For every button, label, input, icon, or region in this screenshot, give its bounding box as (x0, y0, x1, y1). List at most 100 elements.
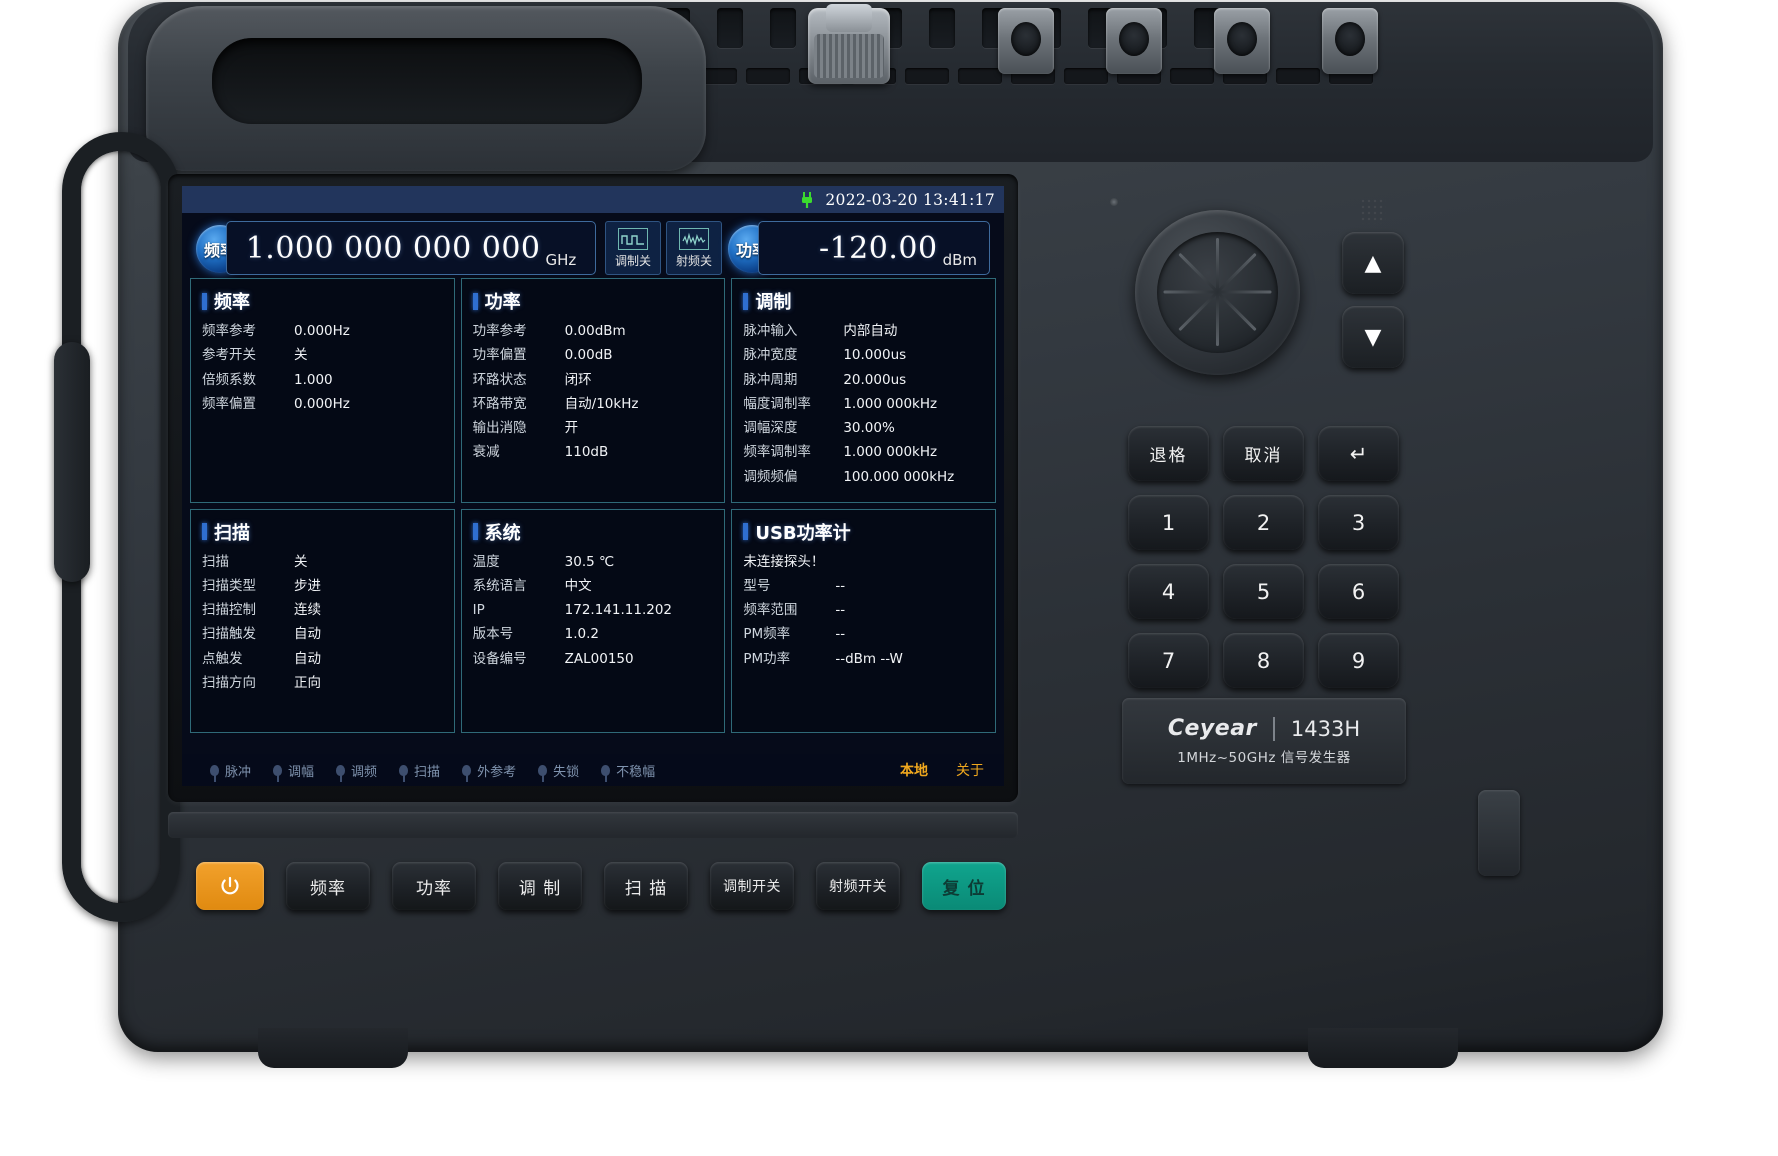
panel-system[interactable]: 系统 温度 30.5 ℃ 系统语言 中文 IP 172.141.11.202 版本号 1.0.… (460, 508, 726, 733)
modulation-toggle-button[interactable]: 调制关 (605, 221, 661, 275)
keypad-key-2[interactable]: 2 (1223, 495, 1304, 550)
param-row[interactable]: 温度 30.5 ℃ (473, 552, 714, 572)
keypad-key-7[interactable]: 7 (1128, 633, 1209, 688)
rf-connector-1[interactable] (998, 8, 1054, 74)
keypad-key-5[interactable]: 5 (1223, 564, 1304, 619)
param-row[interactable]: 频率偏置 0.000Hz (202, 394, 443, 414)
rf-connector-2[interactable] (1106, 8, 1162, 74)
param-row[interactable]: 频率调制率 1.000 000kHz (743, 442, 984, 462)
panel-sweep[interactable]: 扫描 扫描关扫描类型 步进 扫描控制 连续 扫描触发 自动 点触发 自动 扫描方向 正向 (190, 508, 455, 733)
title-bar-icon (202, 523, 207, 540)
arrow-down-button[interactable]: ▼ (1342, 306, 1404, 368)
param-row[interactable]: 设备编号 ZAL00150 (473, 649, 714, 669)
indicator-led-icon (336, 764, 346, 782)
top-locking-knob[interactable] (808, 4, 890, 84)
keypad-key-6[interactable]: 6 (1318, 564, 1399, 619)
keypad-key-1[interactable]: 1 (1128, 495, 1209, 550)
keypad-key-4[interactable]: 4 (1128, 564, 1209, 619)
power-value-box[interactable]: -120.00 dBm (758, 221, 990, 275)
param-row[interactable]: 脉冲宽度 10.000us (743, 345, 984, 365)
freq-key[interactable]: 频率 (286, 862, 370, 910)
param-row[interactable]: 扫描方向 正向 (202, 673, 443, 693)
rf-toggle-button[interactable]: 射频关 (666, 221, 722, 275)
param-row[interactable]: 点触发 自动 (202, 649, 443, 669)
knob-spoke (1216, 252, 1257, 294)
param-value: 0.00dBm (564, 323, 626, 339)
keypad-key-8[interactable]: 8 (1223, 633, 1304, 688)
keypad-key-9[interactable]: 9 (1318, 633, 1399, 688)
param-value: 自动/10kHz (564, 395, 639, 412)
rotary-knob-inner[interactable] (1157, 232, 1278, 353)
lcd-statusbar: 脉冲 调幅 调频 扫描 外参考 失锁 不稳幅 本地 关于 (182, 754, 1004, 786)
status-indicator: 失锁 (538, 761, 579, 782)
mod-key[interactable]: 调 制 (498, 862, 582, 910)
keypad-key-取消[interactable]: 取消 (1223, 426, 1304, 481)
status-indicator: 脉冲 (210, 761, 251, 782)
param-row[interactable]: 扫描触发 自动 (202, 624, 443, 644)
param-key: 版本号 (472, 626, 514, 643)
indicator-led-icon (601, 764, 611, 782)
param-row[interactable]: 脉冲周期 20.000us (743, 370, 984, 390)
keypad-key-enter[interactable]: ↵ (1318, 426, 1399, 481)
title-bar-icon (472, 523, 478, 540)
param-key: 点触发 (202, 650, 243, 667)
param-row[interactable]: IP 172.141.11.202 (473, 600, 714, 620)
param-row[interactable]: PM功率 --dBm --W (743, 649, 984, 669)
param-row[interactable]: 频率参考 0.000Hz (202, 321, 443, 341)
power-button[interactable] (196, 862, 264, 910)
panel-power[interactable]: 功率 功率参考 0.00dBm 功率偏置 0.00dB 环路状态 闭环 环路带宽 自动/10k… (460, 278, 726, 503)
panel-modulation[interactable]: 调制 脉冲输入 内部自动 脉冲宽度 10.000us 脉冲周期 20.000us 幅度调制率… (731, 278, 996, 503)
panel-usb-power-meter[interactable]: USB功率计 未连接探头！ 型号 -- 频率范围 -- PM频率 -- PM功率 --dBm … (731, 508, 996, 733)
param-row[interactable]: 功率参考 0.00dBm (473, 321, 714, 341)
param-row[interactable]: 环路带宽 自动/10kHz (473, 394, 714, 414)
param-row[interactable]: 功率偏置 0.00dB (473, 345, 714, 365)
frequency-value-box[interactable]: 1.000 000 000 000 GHz (226, 221, 596, 275)
param-row[interactable]: 参考开关 关 (202, 345, 443, 365)
param-row[interactable]: 倍频系数 1.000 (202, 370, 443, 390)
param-value: 172.141.11.202 (564, 602, 673, 618)
title-bar-icon (202, 292, 207, 310)
param-row[interactable]: 输出消隐 开 (473, 418, 714, 438)
param-row[interactable]: 扫描控制 连续 (202, 600, 443, 620)
vent-slot (1276, 68, 1320, 84)
rf-connector-3[interactable] (1214, 8, 1270, 74)
param-value: 关 (294, 347, 308, 364)
param-row[interactable]: 调频频偏 100.000 000kHz (743, 467, 984, 487)
param-row[interactable]: PM频率 -- (743, 624, 984, 644)
param-row[interactable]: 频率范围 -- (743, 600, 984, 620)
panel-sweep-rows: 扫描关扫描类型 步进 扫描控制 连续 扫描触发 自动 点触发 自动扫描方向 正向 (202, 552, 443, 694)
status-local[interactable]: 本地 (900, 760, 928, 780)
knob-spoke (1216, 290, 1257, 332)
param-row[interactable]: 扫描 关 (202, 552, 443, 572)
vent-slot (905, 68, 949, 84)
frequency-value: 1.000 000 000 000 (245, 230, 541, 266)
param-row[interactable]: 版本号 1.0.2 (473, 624, 714, 644)
param-value: 1.000 000kHz (843, 444, 938, 461)
rotary-knob[interactable] (1135, 210, 1300, 375)
param-row[interactable]: 扫描类型 步进 (202, 576, 443, 596)
param-row[interactable]: 衰减 110dB (473, 442, 714, 462)
rf-connector-4[interactable] (1322, 8, 1378, 74)
brand-model: 1433H (1290, 716, 1361, 741)
title-bar-icon (472, 292, 478, 310)
param-row[interactable]: 型号 -- (743, 576, 984, 596)
param-row[interactable]: 脉冲输入 内部自动 (743, 321, 984, 341)
sweep-key[interactable]: 扫 描 (604, 862, 688, 910)
param-row[interactable]: 环路状态 闭环 (473, 370, 714, 390)
side-io-port[interactable] (1478, 790, 1520, 876)
param-row[interactable]: 调幅深度 30.00% (743, 418, 984, 438)
mod-switch-key[interactable]: 调制开关 (710, 862, 794, 910)
vent-slot (958, 68, 1002, 84)
panel-frequency[interactable]: 频率 频率参考 0.000Hz 参考开关 关倍频系数 1.000 频率偏置 0.000Hz (190, 278, 455, 503)
param-key: 倍频系数 (202, 371, 256, 388)
keypad-key-3[interactable]: 3 (1318, 495, 1399, 550)
arrow-up-button[interactable]: ▲ (1342, 232, 1404, 294)
param-row[interactable]: 系统语言 中文 (473, 576, 714, 596)
status-about[interactable]: 关于 (956, 760, 984, 780)
knob-spoke (1163, 290, 1218, 294)
power-key[interactable]: 功率 (392, 862, 476, 910)
reset-key[interactable]: 复 位 (922, 862, 1006, 910)
param-row[interactable]: 幅度调制率 1.000 000kHz (743, 394, 984, 414)
keypad-key-退格[interactable]: 退格 (1128, 426, 1209, 481)
rf-switch-key[interactable]: 射频开关 (816, 862, 900, 910)
